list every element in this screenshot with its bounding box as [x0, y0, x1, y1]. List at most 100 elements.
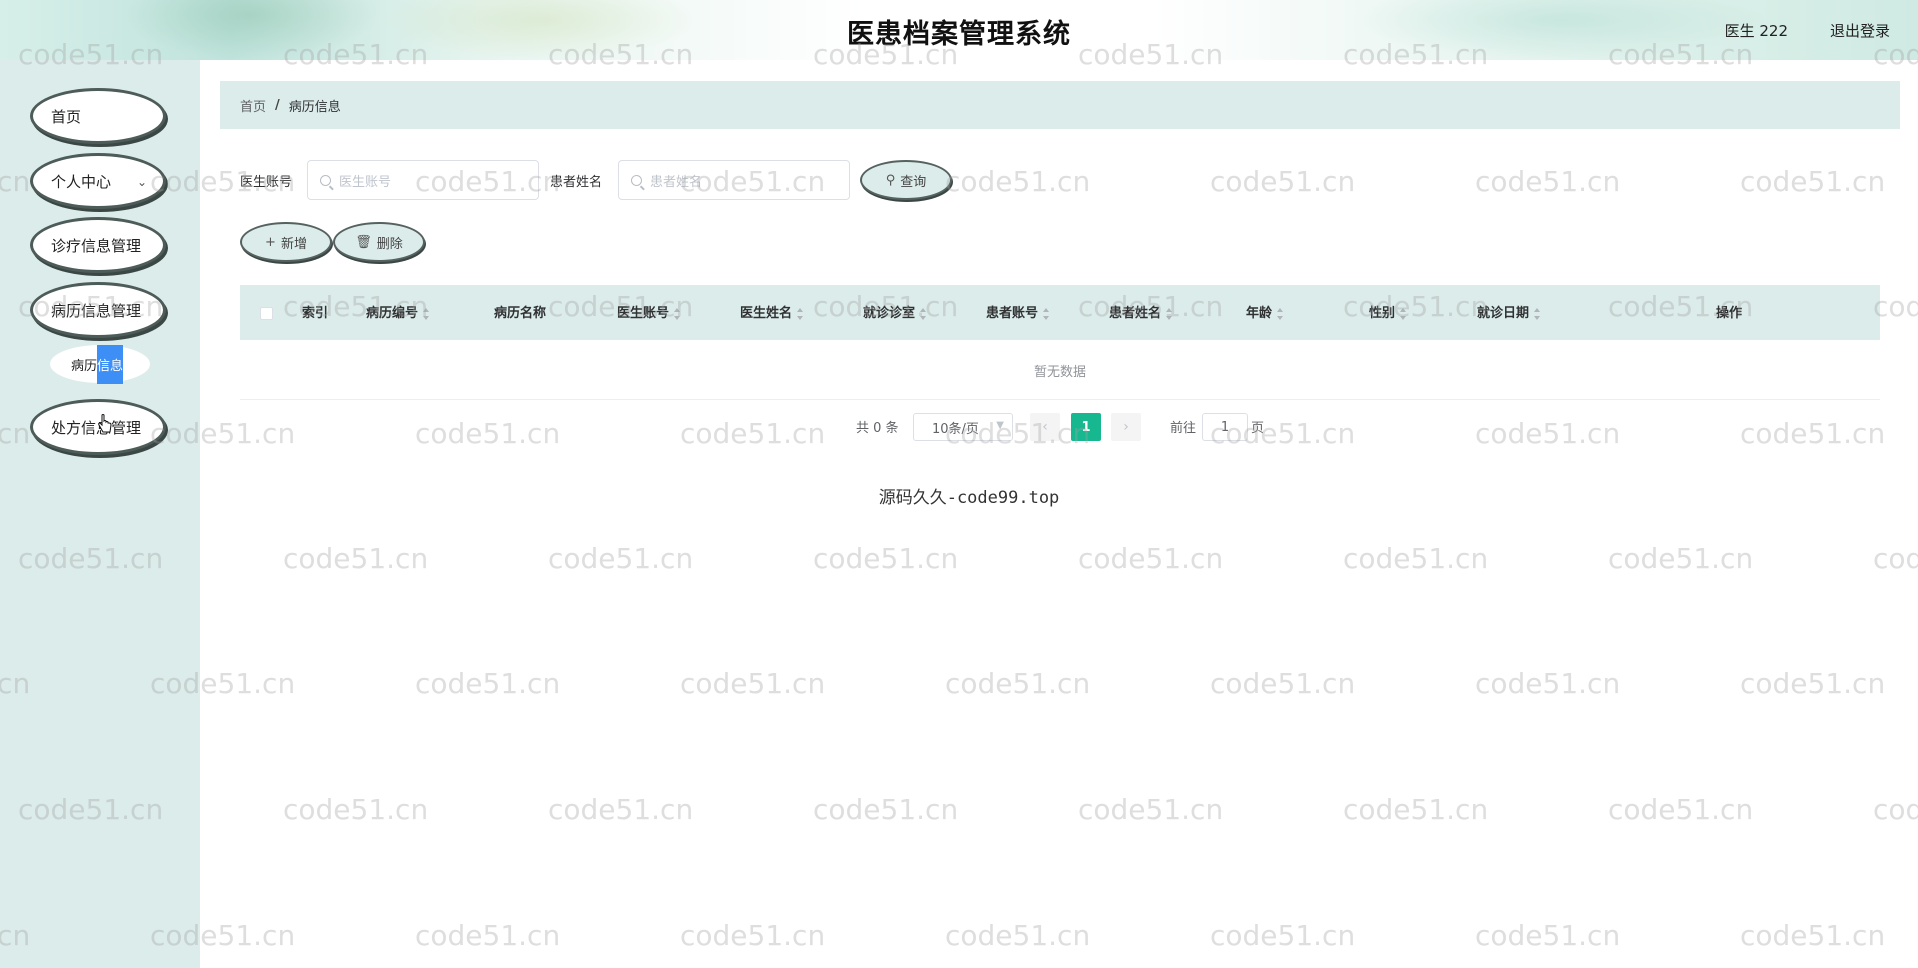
watermark-text: code51.cn — [1608, 542, 1754, 575]
column-header-doctor-account[interactable]: 医生账号 — [617, 302, 681, 321]
footer-source-text: 源码久久-code99.top — [878, 488, 1060, 508]
watermark-text: code51.cn — [680, 417, 826, 450]
watermark-text: code51.cn — [283, 793, 429, 826]
column-header-record-no[interactable]: 病历编号 — [366, 302, 430, 321]
watermark-text: code51.cn — [1343, 542, 1489, 575]
query-button[interactable]: ⚲ 查询 — [860, 160, 952, 200]
sidebar-item-home[interactable]: 首页 — [30, 88, 166, 144]
watermark-text: code51.cn — [1740, 417, 1886, 450]
sidebar-subitem-medical-record-info[interactable]: 病历 信息 — [50, 344, 150, 384]
table-body: 暂无数据 — [240, 340, 1880, 400]
page-number-current[interactable]: 1 — [1071, 413, 1101, 441]
doctor-account-placeholder: 医生账号 — [339, 174, 392, 190]
sidebar-item-diagnosis[interactable]: 诊疗信息管理 — [30, 217, 166, 273]
watermark-text: code51.cn — [1740, 919, 1886, 952]
column-header-clinic-room[interactable]: 就诊诊室 — [863, 302, 927, 321]
column-header-actions: 操作 — [1716, 306, 1743, 321]
goto-page-input[interactable]: 1 — [1202, 413, 1248, 441]
watermark-text: code51.cn — [548, 793, 694, 826]
watermark-text: code51.cn — [1475, 667, 1621, 700]
column-header-doctor-name[interactable]: 医生姓名 — [740, 302, 804, 321]
watermark-text: code51.cn — [415, 919, 561, 952]
column-header-patient-account[interactable]: 患者账号 — [986, 302, 1050, 321]
watermark-text: code51.cn — [1475, 919, 1621, 952]
sort-icon — [1400, 307, 1407, 320]
table-header: 索引 病历编号 病历名称 医生账号 医生姓名 就诊诊室 患者账号 患者姓名 年龄… — [240, 285, 1880, 340]
watermark-text: code51.cn — [680, 919, 826, 952]
column-header-gender[interactable]: 性别 — [1369, 302, 1407, 321]
chevron-right-icon: › — [1123, 419, 1129, 435]
sort-icon — [674, 307, 681, 320]
chevron-left-icon: ‹ — [1042, 419, 1048, 435]
logout-link[interactable]: 退出登录 — [1830, 20, 1890, 41]
query-button-label: 查询 — [900, 174, 927, 190]
select-all-checkbox[interactable] — [260, 307, 273, 320]
page-suffix-label: 页 — [1251, 421, 1265, 436]
watermark-text: code51.cn — [1740, 165, 1886, 198]
add-button[interactable]: + 新增 — [240, 222, 332, 262]
top-header: 医患档案管理系统 医生 222 退出登录 — [0, 0, 1918, 60]
doctor-account-input[interactable]: 医生账号 — [307, 160, 539, 200]
sort-icon — [920, 307, 927, 320]
pagination-total: 共 0 条 — [856, 421, 899, 436]
delete-button[interactable]: 🗑 删除 — [333, 222, 425, 262]
breadcrumb: 首页 / 病历信息 — [220, 81, 1900, 129]
watermark-text: code51.cn — [1873, 542, 1918, 575]
column-header-visit-date[interactable]: 就诊日期 — [1477, 302, 1541, 321]
sort-icon — [1043, 307, 1050, 320]
hand-cursor-icon — [98, 414, 112, 433]
search-icon: ⚲ — [885, 172, 896, 188]
chevron-down-icon: ▼ — [996, 420, 1004, 431]
breadcrumb-current: 病历信息 — [288, 99, 341, 115]
sidebar-item-medical-records[interactable]: 病历信息管理 — [30, 282, 166, 338]
column-header-record-name: 病历名称 — [494, 306, 547, 321]
watermark-text: code51.cn — [1740, 667, 1886, 700]
sort-icon — [1277, 307, 1284, 320]
watermark-text: code51.cn — [283, 542, 429, 575]
watermark-text: code51.cn — [1210, 667, 1356, 700]
watermark-text: code51.cn — [1078, 542, 1224, 575]
plus-icon: + — [265, 234, 276, 250]
sort-icon — [797, 307, 804, 320]
watermark-text: code51.cn — [813, 793, 959, 826]
watermark-text: code51.cn — [680, 667, 826, 700]
trash-icon: 🗑 — [355, 234, 372, 250]
watermark-text: code51.cn — [1210, 165, 1356, 198]
watermark-text: code51.cn — [415, 667, 561, 700]
breadcrumb-home[interactable]: 首页 — [240, 96, 266, 115]
add-button-label: 新增 — [280, 236, 307, 252]
sidebar-item-label: 病历信息管理 — [51, 301, 142, 320]
submenu-label: 病历 — [71, 358, 98, 374]
sidebar-item-label: 首页 — [51, 107, 82, 126]
watermark-text: code51.cn — [1078, 793, 1224, 826]
watermark-text: code51.cn — [813, 542, 959, 575]
watermark-text: code51.cn — [1608, 793, 1754, 826]
patient-name-input[interactable]: 患者姓名 — [618, 160, 850, 200]
breadcrumb-separator: / — [275, 97, 280, 113]
search-icon — [320, 174, 331, 186]
search-icon — [631, 174, 642, 186]
next-page-button[interactable]: › — [1111, 413, 1141, 441]
sidebar-item-label: 处方信息管理 — [51, 418, 142, 437]
sidebar-item-label: 诊疗信息管理 — [51, 236, 142, 255]
patient-name-placeholder: 患者姓名 — [650, 174, 703, 190]
submenu-label-selected: 信息 — [97, 344, 124, 384]
sidebar-item-label: 个人中心 — [51, 172, 112, 191]
sort-icon — [1166, 307, 1173, 320]
page-size-value: 10条/页 — [932, 421, 979, 437]
doctor-account-label: 医生账号 — [240, 175, 293, 190]
column-header-index: 索引 — [302, 306, 329, 321]
column-header-patient-name[interactable]: 患者姓名 — [1109, 302, 1173, 321]
sidebar-item-personal-center[interactable]: 个人中心 ⌄ — [30, 153, 166, 209]
page-size-select[interactable]: 10条/页 ▼ — [913, 413, 1013, 441]
watermark-text: code51.cn — [1873, 793, 1918, 826]
delete-button-label: 删除 — [376, 236, 403, 252]
watermark-text: code51.cn — [945, 667, 1091, 700]
app-title: 医患档案管理系统 — [847, 19, 1071, 50]
sort-icon — [1534, 307, 1541, 320]
prev-page-button[interactable]: ‹ — [1030, 413, 1060, 441]
user-info: 医生 222 — [1724, 22, 1788, 40]
watermark-text: code51.cn — [1343, 793, 1489, 826]
column-header-age[interactable]: 年龄 — [1246, 302, 1284, 321]
watermark-text: code51.cn — [1210, 919, 1356, 952]
